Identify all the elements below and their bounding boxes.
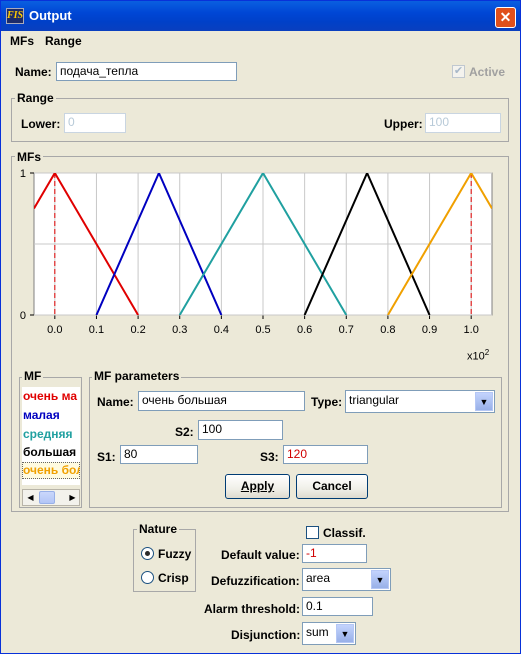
radio-selected-dot [145,551,150,556]
window-title: Output [29,8,72,23]
lower-field[interactable]: 0 [64,113,126,133]
output-name-field[interactable]: подача_тепла [56,62,237,81]
mf-list-item-large[interactable]: большая [23,445,76,459]
disjunction-value: sum [306,625,329,639]
alarm-threshold-field[interactable]: 0.1 [302,597,373,616]
mf-list-item-small[interactable]: малая [23,408,60,422]
upper-field[interactable]: 100 [425,113,501,133]
active-label: Active [469,65,506,79]
x-tick-label: 0.5 [255,324,270,336]
s3-field[interactable]: 120 [283,445,368,464]
mfs-group-title: MFs [15,150,43,164]
menu-mfs[interactable]: MFs [10,34,34,48]
lower-label: Lower: [21,117,61,131]
nature-group-title: Nature [137,522,180,536]
crisp-label: Crisp [158,571,189,585]
disjunction-select[interactable]: sum ▼ [302,622,356,645]
apply-button[interactable]: Apply [225,474,290,499]
mf-parameters-title: MF parameters [92,369,182,383]
chevron-down-icon[interactable]: ▼ [336,624,354,643]
x-tick-label: 0.7 [339,324,354,336]
type-label: Type: [311,395,343,409]
mf-list-item-medium[interactable]: средняя [23,427,73,441]
default-value-label: Default value: [221,548,300,562]
range-group-title: Range [15,91,56,105]
disjunction-label: Disjunction: [231,628,301,642]
type-select[interactable]: triangular ▼ [345,390,495,413]
defuzzification-value: area [306,571,331,585]
s1-field[interactable]: 80 [120,445,198,464]
s1-label: S1: [97,450,116,464]
menu-range[interactable]: Range [45,34,82,48]
upper-label: Upper: [384,117,423,131]
chevron-down-icon[interactable]: ▼ [475,392,493,411]
s2-label: S2: [175,425,194,439]
fuzzy-radio[interactable] [141,547,154,560]
y-tick-label: 1 [20,168,26,180]
x-tick-label: 0.0 [47,324,62,336]
classif-checkbox[interactable] [306,526,319,539]
membership-function-chart[interactable]: 0.0 0.1 0.2 0.3 0.4 0.5 0.6 0.7 0.8 0.9 1.0 0 1 [15,165,501,363]
scroll-right-icon[interactable]: ▶ [67,492,78,503]
active-checkbox[interactable]: ✔ [452,65,465,78]
output-window: FIS Output ✕ MFs Range Name: подача_тепл… [0,0,521,654]
default-value-field[interactable]: -1 [302,544,367,563]
x-tick-label: 0.6 [297,324,312,336]
x-multiplier-label: x102 [467,348,490,363]
s2-field[interactable]: 100 [198,420,283,440]
alarm-threshold-label: Alarm threshold: [204,602,301,616]
mf-list-item-very-large[interactable]: очень бол [22,462,80,479]
mf-list[interactable]: очень ма малая средняя большая очень бол [22,387,80,485]
name-label: Name: [15,65,52,79]
type-select-value: triangular [349,393,400,407]
y-tick-label: 0 [20,310,26,322]
x-tick-label: 0.4 [214,324,229,336]
mf-name-field[interactable]: очень большая [138,391,305,411]
scroll-thumb[interactable] [39,491,55,504]
mf-list-hscrollbar[interactable]: ◀ ▶ [22,489,80,506]
defuzzification-select[interactable]: area ▼ [302,568,391,591]
close-button[interactable]: ✕ [495,7,516,28]
chevron-down-icon[interactable]: ▼ [371,570,389,589]
x-tick-label: 0.8 [380,324,395,336]
mf-list-item-very-small[interactable]: очень ма [23,389,77,403]
title-bar[interactable]: FIS Output ✕ [1,1,520,31]
defuzzification-label: Defuzzification: [211,574,300,588]
cancel-button[interactable]: Cancel [296,474,368,499]
x-tick-label: 0.2 [130,324,145,336]
fis-app-icon: FIS [6,8,24,24]
x-tick-label: 1.0 [464,324,479,336]
classif-label: Classif. [323,526,366,540]
mf-name-label: Name: [97,395,134,409]
x-tick-label: 0.3 [172,324,187,336]
scroll-left-icon[interactable]: ◀ [25,492,36,503]
s3-label: S3: [260,450,279,464]
fuzzy-label: Fuzzy [158,547,192,561]
x-tick-label: 0.9 [422,324,437,336]
menu-bar: MFs Range [1,31,520,53]
mf-list-title: MF [22,369,44,383]
crisp-radio[interactable] [141,571,154,584]
x-tick-label: 0.1 [89,324,104,336]
